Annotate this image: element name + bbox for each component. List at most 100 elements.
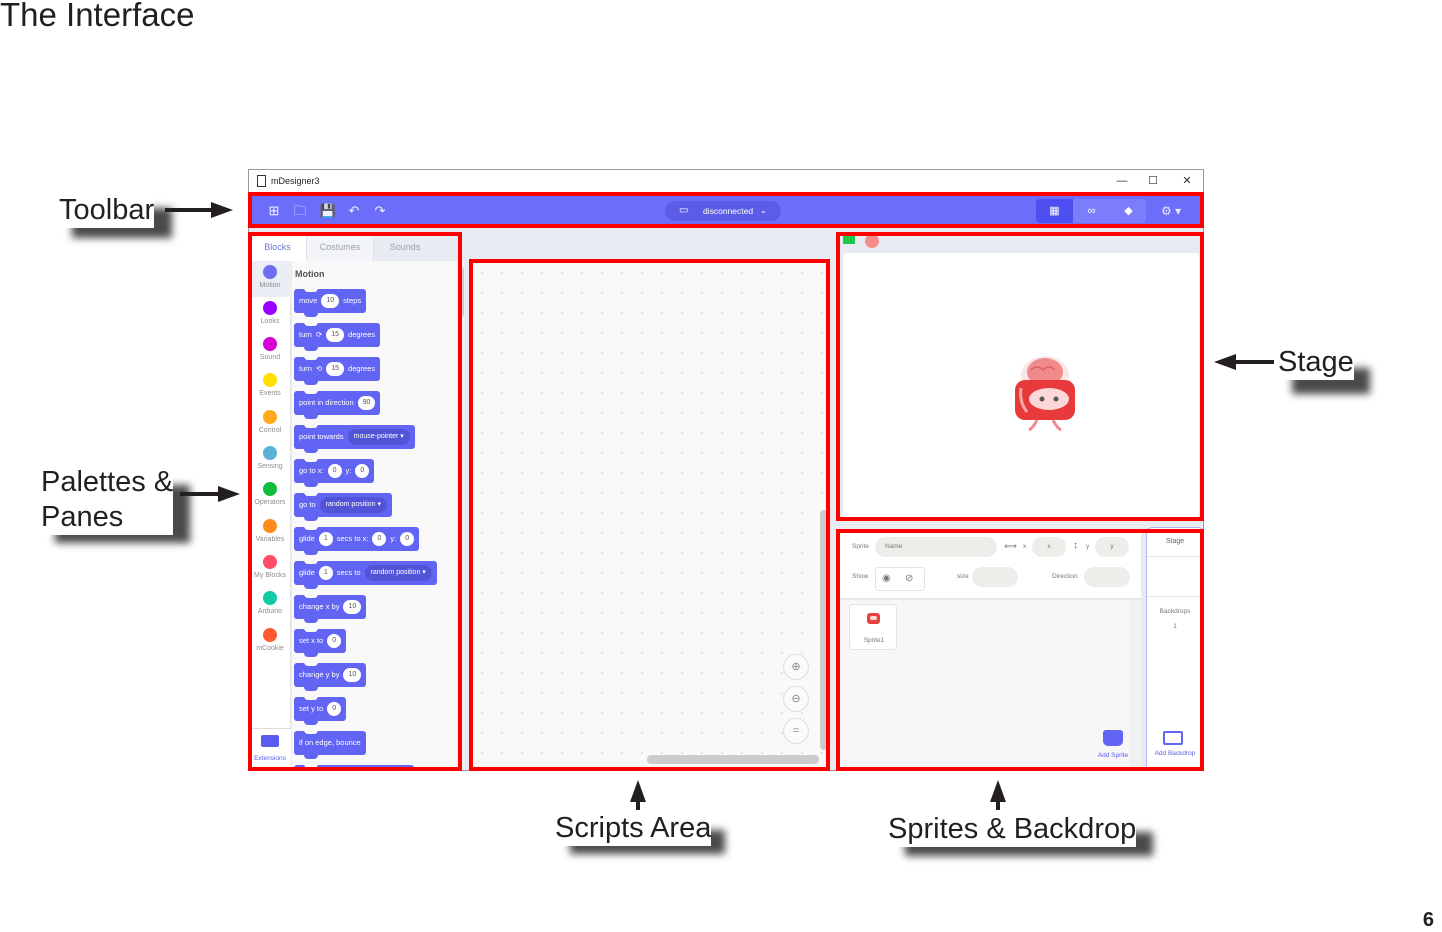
- x-arrow-icon: ⟺: [1004, 541, 1017, 551]
- maximize-button[interactable]: ☐: [1142, 173, 1164, 189]
- settings-gear-icon[interactable]: ⚙ ▾: [1161, 202, 1183, 220]
- block-input[interactable]: 0: [327, 464, 342, 478]
- minimize-button[interactable]: —: [1111, 173, 1133, 189]
- category-events[interactable]: Events: [249, 369, 291, 405]
- block-input[interactable]: 0: [327, 702, 342, 716]
- category-operators[interactable]: Operators: [249, 478, 291, 514]
- y-input[interactable]: y: [1095, 537, 1129, 557]
- block-input[interactable]: 15: [326, 328, 345, 342]
- block-text: y:: [390, 534, 397, 543]
- palette-scrollbar[interactable]: [457, 261, 464, 770]
- zoom-reset-button[interactable]: =: [783, 718, 809, 744]
- category-variables[interactable]: Variables: [249, 515, 291, 551]
- scripts-horizontal-scrollbar[interactable]: [647, 755, 819, 764]
- size-input[interactable]: [972, 567, 1018, 587]
- block-input[interactable]: 1: [318, 532, 333, 546]
- hide-eye-icon[interactable]: ⊘: [905, 573, 913, 584]
- block-input[interactable]: 10: [321, 294, 340, 308]
- zoom-in-button[interactable]: ⊕: [783, 654, 809, 680]
- category-looks[interactable]: Looks: [249, 297, 291, 333]
- block-move-steps[interactable]: move 10 steps: [294, 288, 367, 317]
- add-sprite-button[interactable]: Add Sprite: [1093, 728, 1133, 768]
- block-go-to[interactable]: go to random position ▾: [294, 492, 392, 521]
- block-input[interactable]: 10: [343, 600, 362, 614]
- block-text: glide: [299, 534, 315, 543]
- sprite-thumbnail[interactable]: Sprite1: [849, 604, 897, 650]
- category-motion[interactable]: Motion: [249, 261, 291, 297]
- arrow-left-icon: [1214, 354, 1236, 370]
- sprite-robot-icon[interactable]: [1009, 348, 1081, 432]
- sprite-name-input[interactable]: Name: [875, 537, 997, 557]
- callout-stage: Stage: [1278, 345, 1354, 380]
- block-dropdown[interactable]: mouse-pointer ▾: [347, 429, 410, 445]
- category-mcookie[interactable]: mCookie: [249, 624, 291, 660]
- close-button[interactable]: ✕: [1176, 173, 1198, 189]
- block-set-x[interactable]: set x to 0: [294, 628, 347, 657]
- category-sound[interactable]: Sound: [249, 333, 291, 369]
- block-text: degrees: [348, 330, 376, 339]
- redo-icon[interactable]: ↷: [371, 202, 389, 220]
- add-backdrop-icon[interactable]: [1163, 731, 1183, 745]
- editor-tabs: Blocks Costumes Sounds: [249, 233, 464, 261]
- block-change-y[interactable]: change y by 10: [294, 662, 367, 691]
- block-text: turn: [299, 364, 312, 373]
- tab-blocks[interactable]: Blocks: [249, 233, 306, 261]
- tab-costumes[interactable]: Costumes: [306, 233, 374, 261]
- new-project-icon[interactable]: ⊞: [265, 202, 283, 220]
- category-sensing[interactable]: Sensing: [249, 442, 291, 478]
- block-input[interactable]: 10: [343, 668, 362, 682]
- category-arduino[interactable]: Arduino: [249, 587, 291, 623]
- show-label: Show: [852, 573, 869, 580]
- add-backdrop-label[interactable]: Add Backdrop: [1147, 750, 1203, 757]
- stage-selector[interactable]: Stage Backdrops 1 Add Backdrop: [1146, 527, 1203, 770]
- open-folder-icon[interactable]: 🗀: [291, 202, 309, 220]
- category-label: Arduino: [257, 608, 283, 615]
- scripts-area[interactable]: [472, 263, 828, 770]
- scripts-vertical-scrollbar[interactable]: [820, 510, 828, 750]
- direction-label: Direction: [1052, 573, 1078, 580]
- block-input[interactable]: 90: [357, 396, 376, 410]
- block-dropdown[interactable]: random position ▾: [364, 565, 432, 581]
- category-control[interactable]: Control: [249, 406, 291, 442]
- save-icon[interactable]: 💾: [319, 202, 337, 220]
- block-glide-to-xy[interactable]: glide 1 secs to x: 0 y: 0: [294, 526, 420, 555]
- zoom-out-button[interactable]: ⊖: [783, 686, 809, 712]
- block-input[interactable]: 0: [400, 532, 415, 546]
- block-input[interactable]: 0: [327, 634, 342, 648]
- category-my-blocks[interactable]: My Blocks: [249, 551, 291, 587]
- block-text: y:: [345, 466, 352, 475]
- python-mode-button[interactable]: ◆: [1110, 199, 1146, 223]
- block-text: degrees: [348, 364, 376, 373]
- show-eye-icon[interactable]: ◉: [882, 573, 891, 584]
- undo-icon[interactable]: ↶: [345, 202, 363, 220]
- green-flag-icon[interactable]: [843, 234, 855, 244]
- extensions-button[interactable]: Extensions: [249, 728, 291, 770]
- direction-input[interactable]: [1084, 567, 1130, 587]
- block-point-in-direction[interactable]: point in direction 90: [294, 390, 381, 419]
- connection-dropdown[interactable]: ▭ disconnected ⌄: [665, 201, 781, 221]
- app-window: mDesigner3 — ☐ ✕ ⊞ 🗀 💾 ↶ ↷ ▭ disconnecte…: [248, 169, 1204, 771]
- block-input[interactable]: 0: [355, 464, 370, 478]
- block-input[interactable]: 1: [318, 566, 333, 580]
- block-glide-to[interactable]: glide 1 secs to random position ▾: [294, 560, 437, 589]
- tab-sounds[interactable]: Sounds: [374, 233, 436, 261]
- block-turn-right[interactable]: turn ⟳ 15 degrees: [294, 322, 381, 351]
- callout-palettes-line2: Panes: [41, 500, 173, 535]
- block-input[interactable]: 15: [326, 362, 345, 376]
- block-set-y[interactable]: set y to 0: [294, 696, 347, 725]
- block-point-towards[interactable]: point towards mouse-pointer ▾: [294, 424, 415, 453]
- block-go-to-xy[interactable]: go to x: 0 y: 0: [294, 458, 375, 487]
- stop-icon[interactable]: [865, 234, 879, 248]
- block-text: set x to: [299, 636, 324, 645]
- block-partial[interactable]: [294, 764, 414, 770]
- blocks-mode-button[interactable]: ▦: [1036, 199, 1073, 223]
- scrollbar-thumb[interactable]: [458, 267, 464, 317]
- block-turn-left[interactable]: turn ⟲ 15 degrees: [294, 356, 381, 385]
- block-input[interactable]: 0: [372, 532, 387, 546]
- block-bounce[interactable]: if on edge, bounce: [294, 730, 366, 759]
- category-label: Control: [258, 427, 282, 434]
- arduino-mode-button[interactable]: ∞: [1073, 199, 1110, 223]
- block-dropdown[interactable]: random position ▾: [319, 497, 387, 513]
- block-change-x[interactable]: change x by 10: [294, 594, 367, 623]
- x-input[interactable]: x: [1032, 537, 1066, 557]
